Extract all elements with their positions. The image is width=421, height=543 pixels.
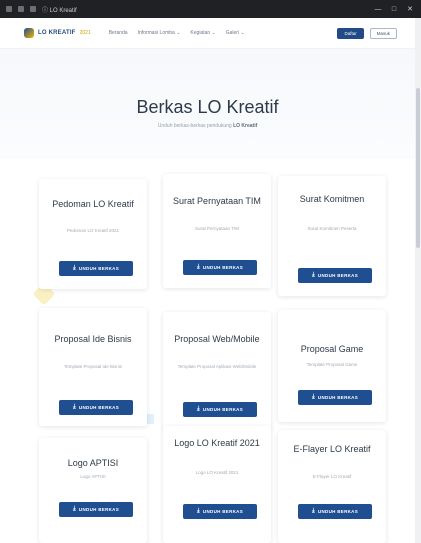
- card-title: Proposal Ide Bisnis: [54, 334, 132, 344]
- download-label: UNDUH BERKAS: [202, 509, 244, 514]
- card-title: Logo LO Kreatif 2021: [174, 438, 260, 448]
- download-icon: ⤓: [311, 508, 315, 514]
- download-icon: ⤓: [311, 394, 315, 400]
- nav-link-galeri[interactable]: Galeri ⌄: [226, 30, 245, 36]
- download-button[interactable]: ⤓ UNDUH BERKAS: [59, 502, 133, 517]
- browser-tab-title[interactable]: ⓘ LO Kreatif: [42, 5, 77, 14]
- login-button[interactable]: Masuk: [369, 27, 397, 39]
- download-icon: ⤓: [72, 506, 76, 512]
- card-description: Pedoman LO Kreatif 2021: [66, 228, 120, 233]
- card-description: Template Proposal Game: [306, 362, 358, 367]
- brand-name: LO KREATIF: [38, 30, 76, 36]
- brand-logo[interactable]: LO KREATIF 2021: [0, 28, 91, 38]
- top-navbar: LO KREATIF 2021 Beranda Informasi Lomba …: [0, 18, 415, 49]
- subtitle-highlight: LO Kreatif: [233, 123, 258, 129]
- file-card: Proposal Ide Bisnis Template Proposal Id…: [39, 308, 147, 426]
- download-button[interactable]: ⤓ UNDUH BERKAS: [183, 504, 257, 519]
- download-button[interactable]: ⤓ UNDUH BERKAS: [298, 504, 372, 519]
- card-description: E-Flayer LO Kreatif: [312, 474, 352, 479]
- nav-link-beranda[interactable]: Beranda: [109, 30, 128, 36]
- download-label: UNDUH BERKAS: [202, 265, 244, 270]
- card-title: Proposal Web/Mobile: [174, 334, 260, 344]
- card-title: E-Flayer LO Kreatif: [293, 444, 371, 454]
- brand-year: 2021: [79, 30, 91, 36]
- card-description: Template Proposal Aplikasi Web/Mobile: [177, 364, 257, 369]
- download-icon: ⤓: [311, 272, 315, 278]
- card-title: Logo APTISI: [67, 458, 119, 468]
- card-title: Surat Pernyataan TIM: [173, 196, 261, 206]
- file-card: Logo APTISI Logo APTISI ⤓ UNDUH BERKAS: [39, 438, 147, 543]
- hero-section: Berkas LO Kreatif Unduh berkas-berkas pe…: [0, 49, 415, 159]
- page-subtitle: Unduh berkas-berkas pendukung LO Kreatif: [0, 123, 415, 129]
- subtitle-text: Unduh berkas-berkas pendukung: [157, 123, 234, 129]
- download-label: UNDUH BERKAS: [78, 266, 120, 271]
- download-label: UNDUH BERKAS: [78, 405, 120, 410]
- download-button[interactable]: ⤓ UNDUH BERKAS: [183, 260, 257, 275]
- nav-link-kegiatan[interactable]: Kegiatan ⌄: [190, 30, 215, 36]
- back-icon[interactable]: [6, 6, 12, 12]
- download-button[interactable]: ⤓ UNDUH BERKAS: [59, 400, 133, 415]
- download-label: UNDUH BERKAS: [78, 507, 120, 512]
- card-description: Surat Komitmen Peserta: [307, 226, 357, 231]
- file-card: Surat Komitmen Surat Komitmen Peserta ⤓ …: [278, 176, 386, 296]
- vertical-scrollbar[interactable]: [415, 18, 421, 543]
- nav-link-informasi-lomba[interactable]: Informasi Lomba ⌄: [138, 30, 181, 36]
- download-button[interactable]: ⤓ UNDUH BERKAS: [183, 402, 257, 417]
- card-description: Template Proposal Ide Bisnis: [63, 364, 123, 369]
- download-label: UNDUH BERKAS: [317, 273, 359, 278]
- page-title: Berkas LO Kreatif: [136, 97, 279, 117]
- scrollbar-thumb[interactable]: [416, 88, 420, 248]
- file-card: Pedoman LO Kreatif Pedoman LO Kreatif 20…: [39, 179, 147, 289]
- download-button[interactable]: ⤓ UNDUH BERKAS: [59, 261, 133, 276]
- file-card: Logo LO Kreatif 2021 Logo LO Kreatif 202…: [163, 426, 271, 543]
- page-viewport: LO KREATIF 2021 Beranda Informasi Lomba …: [0, 18, 421, 543]
- file-card: E-Flayer LO Kreatif E-Flayer LO Kreatif …: [278, 430, 386, 543]
- download-label: UNDUH BERKAS: [317, 395, 359, 400]
- download-icon: ⤓: [196, 508, 200, 514]
- maximize-icon[interactable]: □: [389, 6, 399, 13]
- download-label: UNDUH BERKAS: [317, 509, 359, 514]
- download-label: UNDUH BERKAS: [202, 407, 244, 412]
- card-description: Surat Pernyataan TIM: [195, 226, 239, 231]
- logo-mark-icon: [24, 28, 34, 38]
- download-button[interactable]: ⤓ UNDUH BERKAS: [298, 390, 372, 405]
- close-icon[interactable]: ✕: [405, 6, 415, 13]
- card-description: Logo LO Kreatif 2021: [195, 470, 239, 475]
- browser-titlebar: ⓘ LO Kreatif — □ ✕: [0, 0, 421, 18]
- card-title: Proposal Game: [300, 344, 364, 354]
- download-icon: ⤓: [196, 264, 200, 270]
- minimize-icon[interactable]: —: [373, 6, 383, 13]
- download-button[interactable]: ⤓ UNDUH BERKAS: [298, 268, 372, 283]
- download-icon: ⤓: [72, 265, 76, 271]
- download-icon: ⤓: [196, 406, 200, 412]
- card-title: Surat Komitmen: [299, 194, 365, 204]
- card-description: Logo APTISI: [80, 474, 106, 479]
- file-card: Proposal Web/Mobile Template Proposal Ap…: [163, 312, 271, 430]
- forward-icon[interactable]: [18, 6, 24, 12]
- download-icon: ⤓: [72, 404, 76, 410]
- file-card: Proposal Game Template Proposal Game ⤓ U…: [278, 310, 386, 422]
- file-card: Surat Pernyataan TIM Surat Pernyataan TI…: [163, 174, 271, 288]
- register-button[interactable]: Daftar: [337, 27, 364, 39]
- refresh-icon[interactable]: [30, 6, 36, 12]
- card-title: Pedoman LO Kreatif: [52, 199, 134, 209]
